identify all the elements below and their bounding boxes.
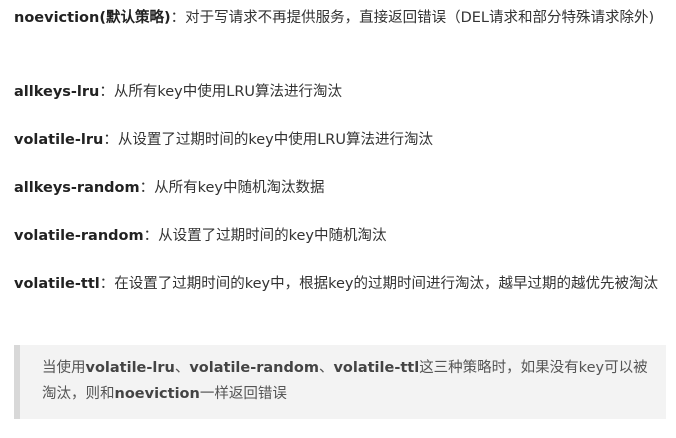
policy-volatile-random: volatile-random：从设置了过期时间的key中随机淘汰 bbox=[14, 224, 664, 248]
policy-name: volatile-lru bbox=[14, 132, 104, 148]
policy-allkeys-lru: allkeys-lru：从所有key中使用LRU算法进行淘汰 bbox=[14, 80, 664, 104]
note-separator: 、 bbox=[318, 360, 334, 376]
policy-name: allkeys-random bbox=[14, 180, 140, 196]
note-prefix: 当使用 bbox=[42, 360, 86, 376]
policy-description: ：从所有key中随机淘汰数据 bbox=[139, 180, 325, 196]
policy-description: ：从设置了过期时间的key中随机淘汰 bbox=[143, 228, 387, 244]
policy-description: ：在设置了过期时间的key中，根据key的过期时间进行淘汰，越早过期的越优先被淘… bbox=[99, 276, 658, 292]
policy-name: volatile-random bbox=[14, 228, 144, 244]
policy-name: noeviction(默认策略) bbox=[14, 10, 171, 26]
policy-description: ：从所有key中使用LRU算法进行淘汰 bbox=[99, 84, 343, 100]
policy-volatile-ttl: volatile-ttl：在设置了过期时间的key中，根据key的过期时间进行淘… bbox=[14, 272, 664, 296]
note-term: volatile-ttl bbox=[333, 360, 420, 376]
policy-name: allkeys-lru bbox=[14, 84, 100, 100]
policy-volatile-lru: volatile-lru：从设置了过期时间的key中使用LRU算法进行淘汰 bbox=[14, 128, 664, 152]
policy-noeviction: noeviction(默认策略)：对于写请求不再提供服务，直接返回错误（DEL请… bbox=[14, 6, 664, 30]
note-suffix: 一样返回错误 bbox=[199, 386, 287, 402]
note-term: noeviction bbox=[114, 386, 200, 402]
note-blockquote: 当使用volatile-lru、volatile-random、volatile… bbox=[14, 345, 666, 419]
policy-allkeys-random: allkeys-random：从所有key中随机淘汰数据 bbox=[14, 176, 664, 200]
note-text: 当使用volatile-lru、volatile-random、volatile… bbox=[42, 355, 652, 407]
policy-description: ：对于写请求不再提供服务，直接返回错误（DEL请求和部分特殊请求除外) bbox=[170, 10, 655, 26]
policy-description: ：从设置了过期时间的key中使用LRU算法进行淘汰 bbox=[103, 132, 433, 148]
note-term: volatile-lru bbox=[85, 360, 175, 376]
policy-name: volatile-ttl bbox=[14, 276, 100, 292]
note-term: volatile-random bbox=[189, 360, 319, 376]
note-separator: 、 bbox=[174, 360, 190, 376]
